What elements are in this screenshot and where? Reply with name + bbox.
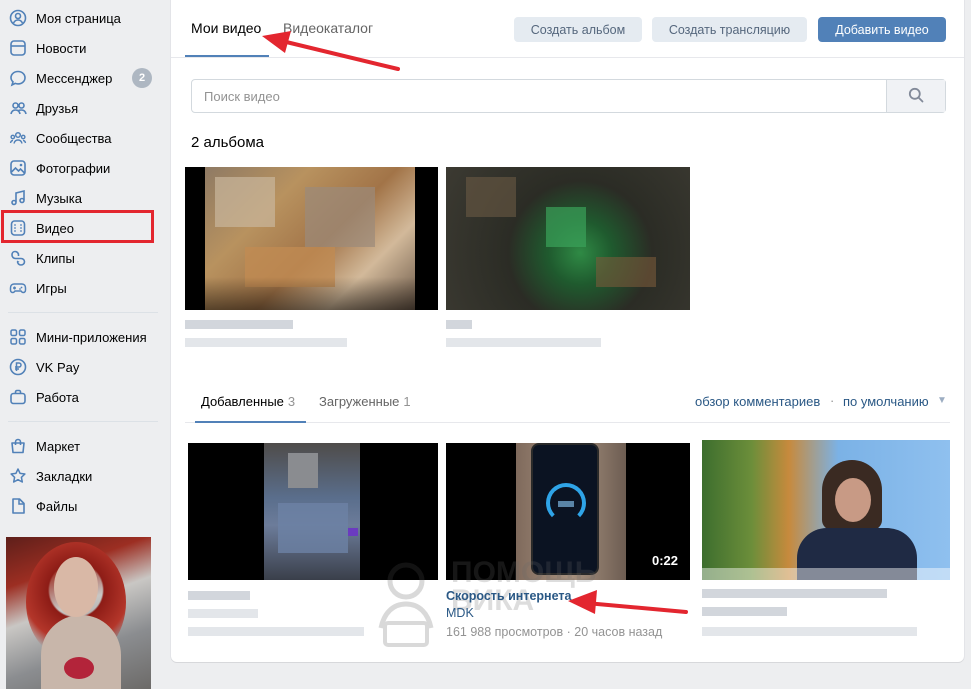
photo-icon [8, 158, 28, 178]
music-note-icon [8, 188, 28, 208]
search-input[interactable] [192, 80, 887, 112]
sidebar-item-music[interactable]: Музыка [0, 183, 160, 213]
sidebar-item-label: VK Pay [36, 359, 80, 375]
unread-count-badge: 2 [132, 68, 152, 88]
tab-count: 3 [287, 394, 296, 409]
albums-heading: 2 альбома [191, 134, 265, 151]
briefcase-icon [8, 387, 28, 407]
sidebar-item-mini-apps[interactable]: Мини-приложения [0, 322, 160, 352]
sidebar-item-work[interactable]: Работа [0, 382, 160, 412]
sidebar-item-messenger[interactable]: Мессенджер 2 [0, 63, 160, 93]
videos-subtabs: Добавленные 3 Загруженные 1 обзор коммента… [185, 388, 950, 423]
sidebar-item-friends[interactable]: Друзья [0, 93, 160, 123]
sidebar-item-vk-pay[interactable]: VK Pay [0, 352, 160, 382]
active-subtab-underline [195, 421, 306, 423]
sidebar-item-games[interactable]: Игры [0, 273, 160, 303]
album-thumbnail[interactable] [446, 167, 690, 310]
sidebar-item-files[interactable]: Файлы [0, 491, 160, 521]
file-icon [8, 496, 28, 516]
communities-icon [8, 128, 28, 148]
sidebar-item-photos[interactable]: Фотографии [0, 153, 160, 183]
album-meta-blurred [185, 338, 347, 347]
create-stream-button[interactable]: Создать трансляцию [652, 17, 807, 42]
sidebar-item-bookmarks[interactable]: Закладки [0, 461, 160, 491]
video-title-blurred [188, 591, 250, 600]
add-video-button[interactable]: Добавить видео [818, 17, 946, 42]
sidebar-item-label: Мессенджер [36, 70, 113, 86]
video-meta-blurred [188, 627, 364, 636]
sidebar-item-clips[interactable]: Клипы [0, 243, 160, 273]
video-thumbnail[interactable] [702, 440, 950, 580]
create-album-button[interactable]: Создать альбом [514, 17, 642, 42]
separator-dot: · [830, 393, 835, 408]
sidebar-item-label: Мини-приложения [36, 329, 147, 345]
search-bar [191, 79, 946, 113]
sidebar-item-label: Музыка [36, 190, 82, 206]
album-meta-blurred [446, 338, 601, 347]
video-page-card: Мои видео Видеокаталог Создать альбом Со… [171, 0, 964, 662]
video-duration: 0:22 [651, 553, 678, 568]
sidebar-item-label: Маркет [36, 438, 81, 454]
tab-video-catalog[interactable]: Видеокаталог [283, 20, 373, 36]
tab-my-videos[interactable]: Мои видео [191, 20, 261, 36]
video-title-link[interactable]: Скорость интернета [446, 589, 571, 603]
active-tab-underline [185, 55, 269, 57]
meta-separator: · [566, 625, 571, 639]
video-author-link[interactable]: MDK [446, 606, 474, 620]
sidebar-item-label: Работа [36, 389, 79, 405]
chevron-down-icon[interactable]: ▼ [937, 395, 947, 406]
video-title-blurred [702, 589, 887, 598]
album-title-blurred [185, 320, 293, 329]
sidebar-item-market[interactable]: Маркет [0, 431, 160, 461]
video-highlight-box [1, 210, 154, 243]
tab-uploaded-videos[interactable]: Загруженные 1 [319, 394, 411, 409]
sidebar-item-label: Сообщества [36, 130, 112, 146]
tab-count: 1 [403, 394, 411, 409]
video-views: 161 988 просмотров [446, 625, 564, 639]
user-circle-icon [8, 8, 28, 28]
sidebar-item-label: Клипы [36, 250, 75, 266]
video-author-blurred [188, 609, 258, 618]
video-time: 20 часов назад [574, 625, 663, 639]
comments-overview-link[interactable]: обзор комментариев [695, 394, 820, 409]
gamepad-icon [8, 278, 28, 298]
sidebar-item-label: Файлы [36, 498, 78, 514]
sidebar-divider [8, 312, 158, 313]
sidebar-item-my-page[interactable]: Моя страница [0, 3, 160, 33]
tab-label: Загруженные [319, 394, 400, 409]
sidebar-divider [8, 421, 158, 422]
sidebar-item-label: Моя страница [36, 10, 121, 26]
album-title-blurred [446, 320, 472, 329]
search-button[interactable] [886, 80, 945, 112]
news-icon [8, 38, 28, 58]
video-meta-blurred [702, 627, 917, 636]
shopping-bag-icon [8, 436, 28, 456]
sidebar-item-label: Фотографии [36, 160, 111, 176]
sort-dropdown[interactable]: по умолчанию [843, 394, 929, 409]
ruble-icon [8, 357, 28, 377]
sidebar-item-label: Друзья [36, 100, 79, 116]
header-tabs-bar: Мои видео Видеокаталог Создать альбом Со… [171, 0, 964, 58]
sidebar-item-news[interactable]: Новости [0, 33, 160, 63]
video-meta: 161 988 просмотров · 20 часов назад [446, 625, 662, 639]
search-icon [908, 87, 924, 106]
album-thumbnail[interactable] [185, 167, 438, 310]
sidebar-item-label: Новости [36, 40, 87, 56]
tab-label: Добавленные [201, 394, 284, 409]
apps-icon [8, 327, 28, 347]
chat-bubble-icon [8, 68, 28, 88]
sidebar-item-label: Закладки [36, 468, 93, 484]
sidebar-item-communities[interactable]: Сообщества [0, 123, 160, 153]
tab-added-videos[interactable]: Добавленные 3 [201, 394, 295, 409]
video-title-blurred [702, 607, 787, 616]
friends-icon [8, 98, 28, 118]
sidebar-item-label: Игры [36, 280, 67, 296]
star-icon [8, 466, 28, 486]
advertisement-image[interactable] [6, 537, 151, 689]
clips-icon [8, 248, 28, 268]
